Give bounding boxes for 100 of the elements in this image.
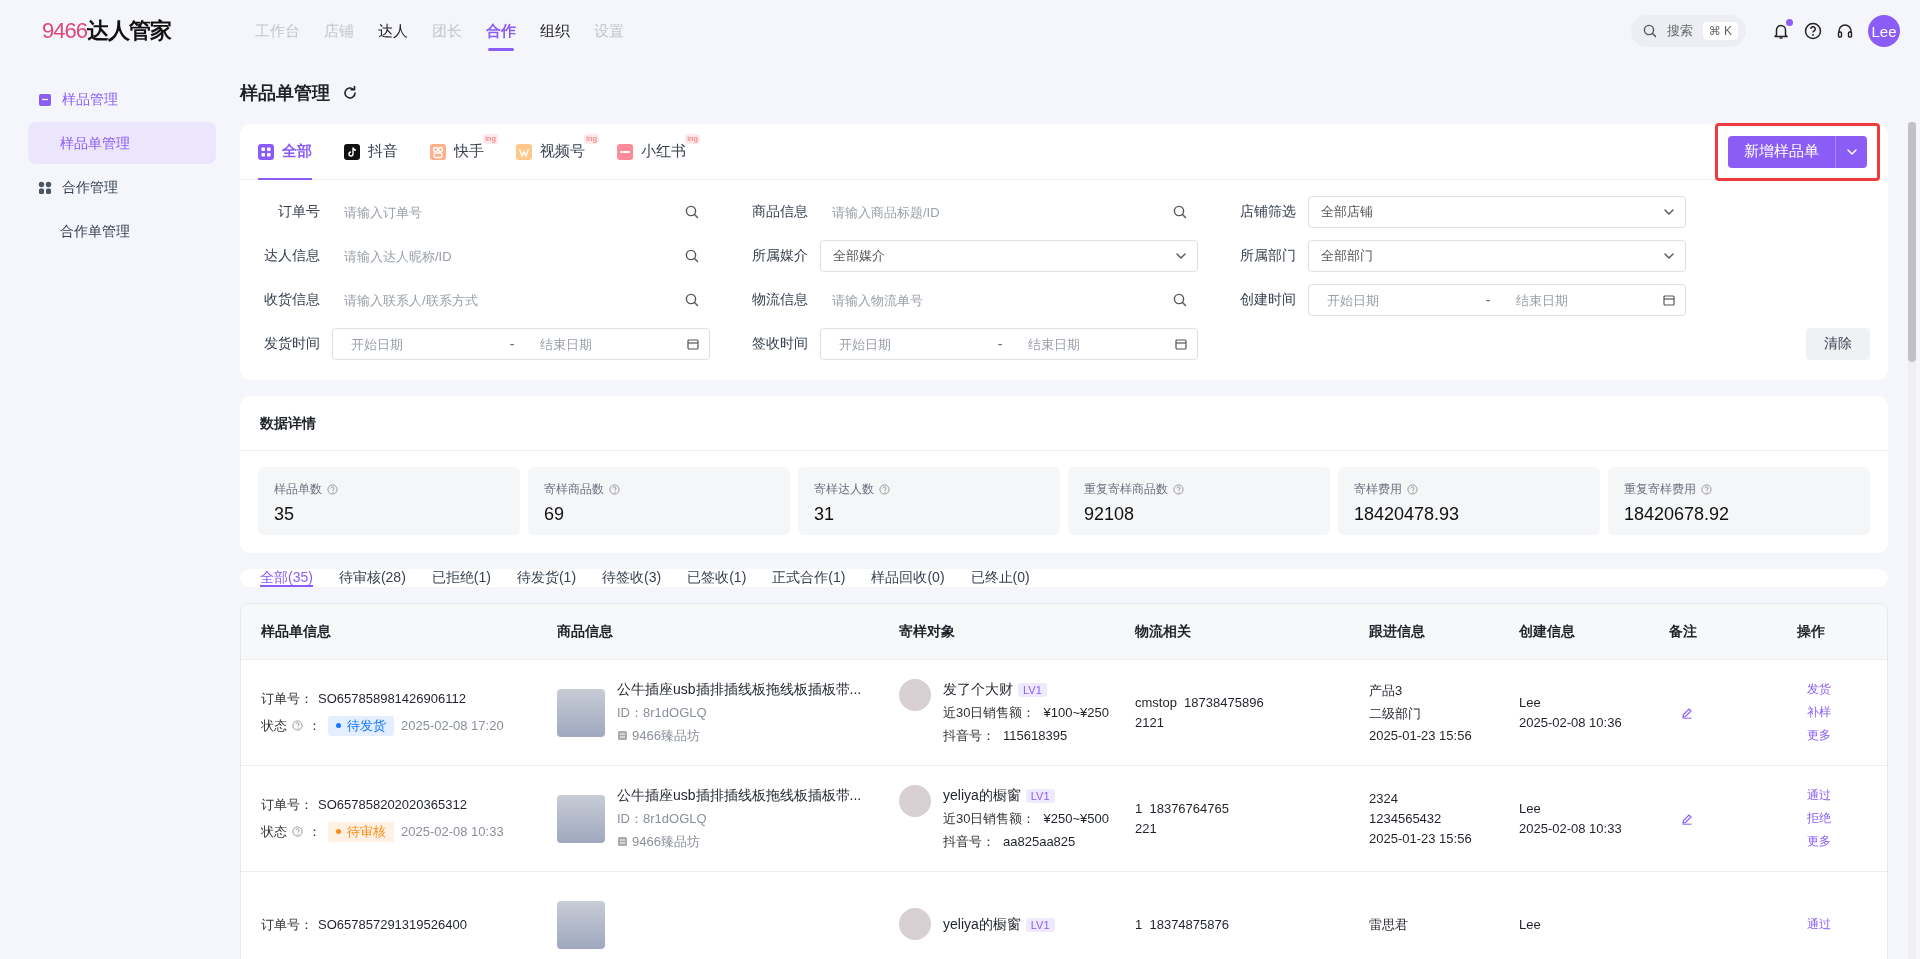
level-badge: LV1: [1025, 917, 1055, 932]
select-field[interactable]: 全部部门: [1308, 240, 1686, 272]
select-field[interactable]: 全部媒介: [820, 240, 1198, 272]
action-link[interactable]: 通过: [1807, 787, 1831, 804]
field-label: 抖音号：: [943, 832, 995, 851]
status-tag: 待发货: [328, 715, 394, 736]
logistics-info: 1 18376764765: [1135, 801, 1230, 816]
platform-tab[interactable]: 快手: [430, 124, 484, 179]
field-label: 订单号：: [261, 689, 313, 708]
filter-label: 所属媒介: [751, 247, 808, 265]
product-title[interactable]: 公牛插座usb插排插线板拖线板插板带...: [617, 786, 862, 805]
creator-info: 2025-02-08 10:33: [1519, 821, 1623, 836]
search-field[interactable]: 请输入联系人/联系方式: [332, 284, 710, 316]
search-field[interactable]: 请输入商品标题/ID: [820, 196, 1198, 228]
creator-name[interactable]: yeliya的橱窗: [943, 786, 1021, 805]
start-date-input[interactable]: 开始日期: [345, 335, 490, 353]
end-date-input[interactable]: 结束日期: [1510, 291, 1655, 309]
support-button[interactable]: [1836, 22, 1854, 40]
pencil-icon: [1681, 812, 1693, 825]
shortcut-key: ⌘ K: [1702, 22, 1738, 40]
status-tab[interactable]: 样品回收(0): [858, 569, 958, 587]
start-date-input[interactable]: 开始日期: [833, 335, 978, 353]
creator-name[interactable]: 发了个大财: [943, 680, 1013, 699]
product-thumbnail: [557, 688, 605, 737]
filter-label: 订单号: [277, 203, 320, 221]
user-avatar[interactable]: Lee: [1868, 15, 1900, 47]
filter-label: 商品信息: [751, 203, 808, 221]
action-link[interactable]: 通过: [1807, 916, 1831, 933]
rings-icon: [430, 143, 446, 160]
status-tab[interactable]: 全部(35): [260, 569, 326, 587]
nav-tab[interactable]: 合作: [486, 13, 516, 49]
platform-tab[interactable]: 全部: [258, 124, 312, 179]
platform-tab[interactable]: 小红书: [617, 124, 686, 179]
column-header: 样品单信息: [260, 622, 332, 641]
sidebar-item[interactable]: 样品单管理: [28, 122, 216, 164]
help-button[interactable]: [1804, 22, 1822, 40]
platform-tab[interactable]: 视频号: [516, 124, 585, 179]
dropdown-button[interactable]: [1835, 135, 1867, 168]
action-link[interactable]: 发货: [1807, 681, 1831, 698]
search-icon: [1173, 293, 1187, 307]
bell-icon: [1772, 22, 1790, 40]
start-date-input[interactable]: 开始日期: [1321, 291, 1466, 309]
pencil-icon: [1681, 706, 1693, 719]
search-field[interactable]: 请输入达人昵称/ID: [332, 240, 710, 272]
clear-button[interactable]: 清除: [1806, 328, 1870, 360]
nav-tab[interactable]: 达人: [378, 13, 408, 49]
help-icon: [1407, 484, 1418, 495]
creator-avatar: [899, 678, 931, 711]
status-tab[interactable]: 待发货(1): [503, 569, 590, 587]
field-label: 订单号：: [261, 915, 313, 934]
status-tab[interactable]: 已终止(0): [957, 569, 1043, 587]
column-header: 跟进信息: [1369, 622, 1426, 641]
search-field[interactable]: 搜索 ⌘ K: [1630, 15, 1746, 47]
logistics-info: 221: [1135, 821, 1158, 836]
creator-name[interactable]: yeliya的橱窗: [943, 915, 1021, 934]
end-date-input[interactable]: 结束日期: [1022, 335, 1167, 353]
status-tab[interactable]: 正式合作(1): [759, 569, 859, 587]
status-tab[interactable]: 已签收(1): [674, 569, 760, 587]
creator-info: Lee: [1519, 917, 1542, 932]
nav-tab[interactable]: 组织: [540, 13, 570, 49]
date-range-field[interactable]: 开始日期 - 结束日期: [1308, 284, 1686, 316]
stat-label: 重复寄样商品数: [1084, 481, 1168, 498]
store-icon: [617, 836, 628, 847]
notification-button[interactable]: [1772, 22, 1790, 40]
logistics-info: 2121: [1135, 715, 1165, 730]
stat-value: 31: [814, 504, 836, 525]
sidebar-group[interactable]: 合作管理: [28, 166, 216, 210]
help-icon: [879, 484, 890, 495]
sidebar-group[interactable]: 样品管理: [28, 78, 216, 122]
section-title: 数据详情: [240, 396, 1888, 451]
product-title[interactable]: 公牛插座usb插排插线板拖线板插板带...: [617, 680, 862, 699]
calendar-icon: [1175, 338, 1187, 350]
action-link[interactable]: 更多: [1807, 727, 1831, 744]
field-label: 近30日销售额：: [943, 809, 1036, 828]
help-icon: [1804, 22, 1822, 40]
search-field[interactable]: 请输入物流单号: [820, 284, 1198, 316]
status-tab[interactable]: 待签收(3): [589, 569, 675, 587]
scrollbar-thumb[interactable]: [1908, 122, 1916, 362]
field-label: 订单号：: [261, 795, 313, 814]
search-icon: [1173, 205, 1187, 219]
sidebar-item[interactable]: 合作单管理: [28, 210, 216, 252]
search-field[interactable]: 请输入订单号: [332, 196, 710, 228]
sales-range: ¥250~¥500: [1043, 811, 1109, 826]
platform-tab[interactable]: 抖音: [344, 124, 398, 179]
filter-label: 店铺筛选: [1239, 203, 1296, 221]
product-id: ID：8r1dOGLQ: [617, 809, 708, 828]
date-range-field[interactable]: 开始日期 - 结束日期: [820, 328, 1198, 360]
status-tab[interactable]: 已拒绝(1): [418, 569, 504, 587]
range-separator: -: [508, 336, 516, 352]
action-link[interactable]: 拒绝: [1807, 810, 1831, 827]
date-range-field[interactable]: 开始日期 - 结束日期: [332, 328, 710, 360]
scrollbar[interactable]: [1908, 122, 1916, 959]
stat-label: 寄样达人数: [814, 481, 874, 498]
status-tab[interactable]: 待审核(28): [325, 569, 419, 587]
select-field[interactable]: 全部店铺: [1308, 196, 1686, 228]
create-button[interactable]: 新增样品单: [1728, 135, 1835, 168]
action-link[interactable]: 补样: [1807, 704, 1831, 721]
action-link[interactable]: 更多: [1807, 833, 1831, 850]
account-id: 115618395: [1003, 728, 1068, 743]
end-date-input[interactable]: 结束日期: [534, 335, 679, 353]
